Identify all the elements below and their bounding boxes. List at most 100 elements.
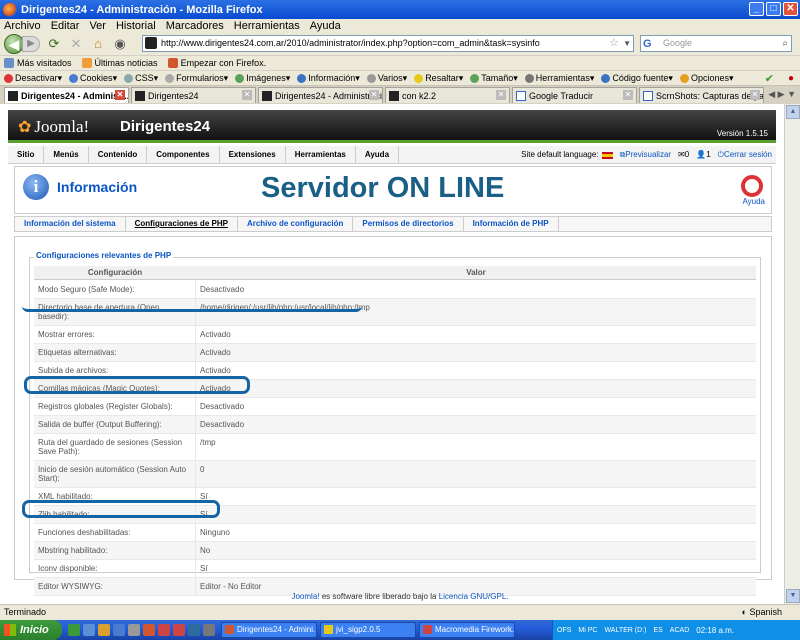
preview-link[interactable]: ⧉ Previsualizar xyxy=(620,146,672,164)
source-icon xyxy=(601,73,611,83)
tray-acad[interactable]: ACAD xyxy=(670,627,689,634)
devtool-resaltar[interactable]: Resaltar ▾ xyxy=(414,73,463,84)
devtool-codigo-fuente[interactable]: Código fuente ▾ xyxy=(601,73,673,84)
quick-launch-icon[interactable] xyxy=(188,624,200,636)
minimize-button[interactable]: _ xyxy=(749,2,764,16)
devtool-imagenes[interactable]: Imágenes ▾ xyxy=(235,73,290,84)
maximize-button[interactable]: □ xyxy=(766,2,781,16)
admin-menu-componentes[interactable]: Componentes xyxy=(147,145,220,164)
tab-php-info[interactable]: Información de PHP xyxy=(464,217,559,231)
devtool-informacion[interactable]: Información ▾ xyxy=(297,73,360,84)
devtool-css[interactable]: CSS ▾ xyxy=(124,73,158,84)
tab-scrnshots[interactable]: ScrnShots: Capturas de pant...✕ xyxy=(639,87,764,103)
tab-config-file[interactable]: Archivo de configuración xyxy=(238,217,354,231)
reload-icon[interactable]: ⟳ xyxy=(46,36,62,52)
table-row: Mbstring habilitado: No xyxy=(34,542,756,560)
error-icon[interactable]: ● xyxy=(788,73,794,84)
menu-editar[interactable]: Editar xyxy=(51,19,80,33)
logout-link[interactable]: ⏻ Cerrar sesión xyxy=(718,146,772,164)
stop-icon[interactable]: ✕ xyxy=(68,36,84,52)
quick-launch-icon[interactable] xyxy=(173,624,185,636)
quick-launch-icon[interactable] xyxy=(203,624,215,636)
tab-bar: Dirigentes24 - Administr... ✕ Dirigentes2… xyxy=(0,87,800,104)
close-button[interactable]: ✕ xyxy=(783,2,798,16)
joomla-link[interactable]: Joomla! xyxy=(291,592,319,601)
close-tab-icon[interactable]: ✕ xyxy=(115,90,125,100)
home-icon[interactable]: ⌂ xyxy=(90,36,106,52)
bookmark-getting-started[interactable]: Empezar con Firefox. xyxy=(167,58,266,68)
menu-marcadores[interactable]: Marcadores xyxy=(166,19,224,33)
messages-count[interactable]: ✉ 0 xyxy=(678,146,689,164)
tray-ofs[interactable]: OFS xyxy=(557,627,571,634)
tab-php-settings[interactable]: Configuraciones de PHP xyxy=(126,217,238,231)
address-bar[interactable]: http://www.dirigentes24.com.ar/2010/admi… xyxy=(142,35,634,52)
google-icon[interactable]: G xyxy=(643,37,652,52)
tab-dirigentes24[interactable]: Dirigentes24 ✕ xyxy=(131,87,256,103)
close-tab-icon[interactable]: ✕ xyxy=(623,90,633,100)
star-icon[interactable]: ☆ xyxy=(609,36,619,51)
tab-scroll-arrows-icon[interactable]: ◀ ▶ ▼ xyxy=(768,89,796,100)
joomla-logo: ✿ Joomla! xyxy=(18,117,90,136)
tab-dirigentes24-admin[interactable]: Dirigentes24 - Administr... ✕ xyxy=(4,87,129,103)
admin-menu-menus[interactable]: Menús xyxy=(44,145,89,164)
menu-historial[interactable]: Historial xyxy=(116,19,156,33)
check-icon[interactable]: ✔ xyxy=(765,72,774,85)
devtool-tamano[interactable]: Tamaño ▾ xyxy=(470,73,518,84)
tab-con-k2[interactable]: con k2.2 ✕ xyxy=(385,87,510,103)
admin-menu-contenido[interactable]: Contenido xyxy=(89,145,148,164)
tab-system-info[interactable]: Información del sistema xyxy=(15,217,126,231)
menu-ayuda[interactable]: Ayuda xyxy=(310,19,341,33)
quick-launch-icon[interactable] xyxy=(83,624,95,636)
quick-launch-icon[interactable] xyxy=(158,624,170,636)
tab-google-traducir[interactable]: Google Traducir ✕ xyxy=(512,87,637,103)
devtool-varios[interactable]: Varios ▾ xyxy=(366,73,407,84)
gpl-license-link[interactable]: Licencia GNU/GPL. xyxy=(439,592,509,601)
language-indicator[interactable]: ◐ Spanish xyxy=(742,605,782,620)
bookmark-most-visited[interactable]: Más visitados xyxy=(4,58,72,68)
admin-menu-ayuda[interactable]: Ayuda xyxy=(356,145,400,164)
tab-directory-permissions[interactable]: Permisos de directorios xyxy=(353,217,464,231)
menu-archivo[interactable]: Archivo xyxy=(4,19,41,33)
chevron-down-icon[interactable]: ▼ xyxy=(623,36,631,51)
quick-launch-icon[interactable] xyxy=(113,624,125,636)
devtool-cookies[interactable]: Cookies ▾ xyxy=(69,73,117,84)
scroll-down-icon[interactable]: ▼ xyxy=(786,589,800,603)
admin-menu-extensiones[interactable]: Extensiones xyxy=(220,145,286,164)
scroll-up-icon[interactable]: ▲ xyxy=(786,105,800,119)
search-icon[interactable]: ⌕ xyxy=(782,36,788,51)
menu-herramientas[interactable]: Herramientas xyxy=(234,19,300,33)
tray-language[interactable]: ES xyxy=(653,627,662,634)
back-button[interactable]: ◀ xyxy=(4,34,24,54)
close-tab-icon[interactable]: ✕ xyxy=(750,90,760,100)
close-tab-icon[interactable]: ✕ xyxy=(242,90,252,100)
taskbar-item-firefox[interactable]: Dirigentes24 - Admini... xyxy=(221,622,317,638)
taskbar-item-folder[interactable]: jvi_sigp2.0.5 xyxy=(320,622,416,638)
tab-dirigentes24-administracion[interactable]: Dirigentes24 - Administración ✕ xyxy=(258,87,383,103)
admin-menu-herramientas[interactable]: Herramientas xyxy=(286,145,356,164)
devtool-desactivar[interactable]: Desactivar ▾ xyxy=(4,73,62,84)
users-online-count[interactable]: 👤 1 xyxy=(696,146,710,164)
close-tab-icon[interactable]: ✕ xyxy=(369,90,379,100)
quick-launch-icon[interactable] xyxy=(68,624,80,636)
devtool-formularios[interactable]: Formularios ▾ xyxy=(165,73,228,84)
devtool-herramientas[interactable]: Herramientas ▾ xyxy=(524,73,594,84)
help-link[interactable]: Ayuda xyxy=(742,197,765,206)
quick-launch-icon[interactable] xyxy=(98,624,110,636)
quick-launch-icon[interactable] xyxy=(143,624,155,636)
site-favicon xyxy=(145,37,157,49)
start-button[interactable]: Inicio xyxy=(0,620,62,640)
forward-button[interactable]: ▶ xyxy=(22,36,40,52)
bookmark-manager-icon[interactable]: ◉ xyxy=(112,36,128,52)
menu-ver[interactable]: Ver xyxy=(89,19,106,33)
admin-menu-sitio[interactable]: Sitio xyxy=(8,145,45,164)
tray-walter[interactable]: WALTER (D:) xyxy=(604,627,646,634)
bookmark-latest-news[interactable]: Últimas noticias xyxy=(81,58,158,68)
devtool-opciones[interactable]: Opciones ▾ xyxy=(679,73,734,84)
vertical-scrollbar[interactable]: ▲ ▼ xyxy=(784,104,800,604)
quick-launch-icon[interactable] xyxy=(128,624,140,636)
search-input[interactable]: G Google ⌕ xyxy=(640,35,792,52)
taskbar-item-fireworks[interactable]: Macromedia Firework... xyxy=(419,622,515,638)
tray-mipc[interactable]: Mi PC xyxy=(578,627,597,634)
help-lifebuoy-icon[interactable] xyxy=(741,175,763,197)
close-tab-icon[interactable]: ✕ xyxy=(496,90,506,100)
